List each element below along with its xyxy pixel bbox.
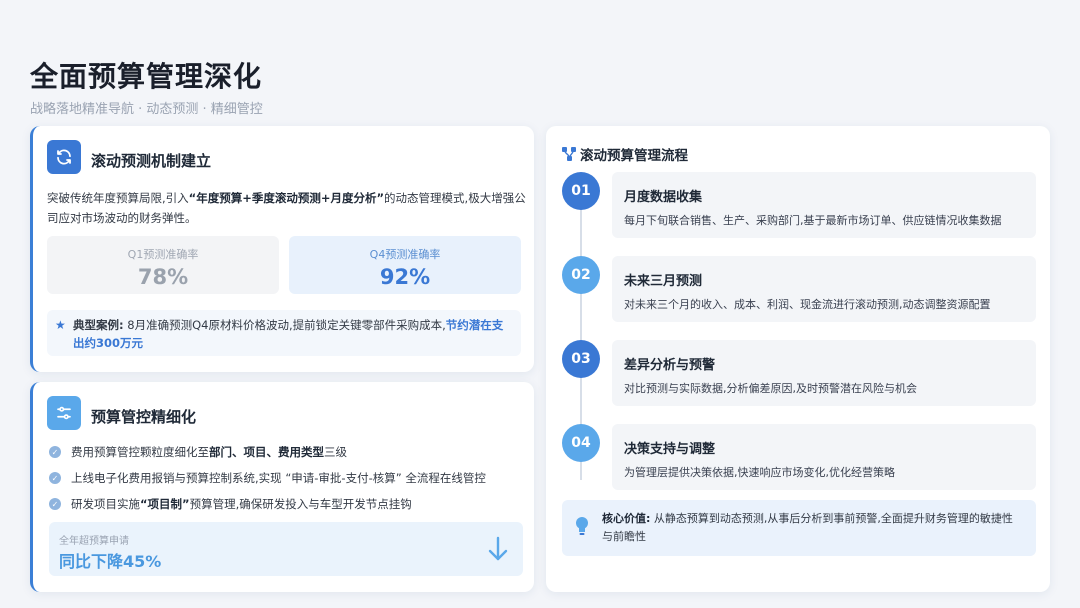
metric-label: Q1预测准确率 — [127, 248, 199, 261]
step-title: 月度数据收集 — [624, 190, 703, 205]
process-title: 滚动预算管理流程 — [562, 144, 688, 164]
process-step: 月度数据收集 每月下旬联合销售、生产、采购部门,基于最新市场订单、供应链情况收集… — [612, 172, 1036, 238]
list-item: ✓ 研发项目实施“项目制”预算管理,确保研发投入与车型开发节点挂钩 — [49, 496, 412, 512]
process-step: 决策支持与调整 为管理层提供决策依据,快速响应市场变化,优化经营策略 — [612, 424, 1036, 490]
list-item: ✓ 上线电子化费用报销与预算控制系统,实现 “申请-审批-支付-核算” 全流程在… — [49, 470, 486, 486]
step-number: 04 — [562, 424, 600, 462]
metric-value: 78% — [137, 265, 189, 289]
step-desc: 对未来三个月的收入、成本、利润、现金流进行滚动预测,动态调整资源配置 — [624, 298, 991, 311]
step-title: 未来三月预测 — [624, 274, 703, 289]
result-value: 同比下降45% — [59, 552, 162, 571]
check-icon: ✓ — [49, 472, 61, 484]
step-desc: 对比预测与实际数据,分析偏差原因,及时预警潜在风险与机会 — [624, 382, 917, 395]
page-title: 全面预算管理深化 — [30, 60, 263, 93]
budget-control-card: 预算管控精细化 ✓ 费用预算管控颗粒度细化至部门、项目、费用类型三级 ✓ 上线电… — [30, 382, 534, 592]
card-title: 滚动预测机制建立 — [91, 152, 212, 170]
star-icon: ★ — [55, 318, 66, 332]
metric-label: Q4预测准确率 — [369, 248, 441, 261]
case-text: 8月准确预测Q4原材料价格波动,提前锁定关键零部件采购成本, — [127, 318, 446, 332]
rolling-budget-process-card: 滚动预算管理流程 01 月度数据收集 每月下旬联合销售、生产、采购部门,基于最新… — [546, 126, 1050, 592]
step-number: 01 — [562, 172, 600, 210]
check-icon: ✓ — [49, 498, 61, 510]
process-step: 未来三月预测 对未来三个月的收入、成本、利润、现金流进行滚动预测,动态调整资源配… — [612, 256, 1036, 322]
q4-accuracy-metric: Q4预测准确率 92% — [289, 236, 521, 294]
sliders-icon — [47, 396, 81, 430]
refresh-icon — [47, 140, 81, 174]
core-value-text: 核心价值: 从静态预算到动态预测,从事后分析到事前预警,全面提升财务管理的敏捷性… — [602, 512, 1013, 543]
arrow-down-icon — [488, 536, 508, 561]
lightbulb-icon — [576, 517, 588, 535]
step-title: 差异分析与预警 — [624, 358, 716, 373]
card-title: 预算管控精细化 — [91, 408, 197, 426]
typical-case-box: ★ 典型案例: 8月准确预测Q4原材料价格波动,提前锁定关键零部件采购成本,节约… — [47, 310, 521, 356]
check-icon: ✓ — [49, 446, 61, 458]
flow-icon — [562, 147, 576, 161]
rolling-forecast-card: 滚动预测机制建立 突破传统年度预算局限,引入“年度预算+季度滚动预测+月度分析”… — [30, 126, 534, 372]
result-label: 全年超预算申请 — [59, 536, 129, 547]
core-value-box: 核心价值: 从静态预算到动态预测,从事后分析到事前预警,全面提升财务管理的敏捷性… — [562, 500, 1036, 556]
list-item: ✓ 费用预算管控颗粒度细化至部门、项目、费用类型三级 — [49, 444, 347, 460]
result-box: 全年超预算申请 同比下降45% — [49, 522, 523, 576]
step-desc: 为管理层提供决策依据,快速响应市场变化,优化经营策略 — [624, 466, 895, 479]
step-desc: 每月下旬联合销售、生产、采购部门,基于最新市场订单、供应链情况收集数据 — [624, 214, 1002, 227]
case-label: 典型案例: — [73, 318, 124, 332]
step-number: 02 — [562, 256, 600, 294]
page-subtitle: 战略落地精准导航 · 动态预测 · 精细管控 — [30, 102, 263, 117]
card-description: 突破传统年度预算局限,引入“年度预算+季度滚动预测+月度分析”的动态管理模式,极… — [47, 191, 526, 225]
q1-accuracy-metric: Q1预测准确率 78% — [47, 236, 279, 294]
metric-value: 92% — [379, 265, 431, 289]
process-step: 差异分析与预警 对比预测与实际数据,分析偏差原因,及时预警潜在风险与机会 — [612, 340, 1036, 406]
step-number: 03 — [562, 340, 600, 378]
step-title: 决策支持与调整 — [624, 442, 716, 457]
